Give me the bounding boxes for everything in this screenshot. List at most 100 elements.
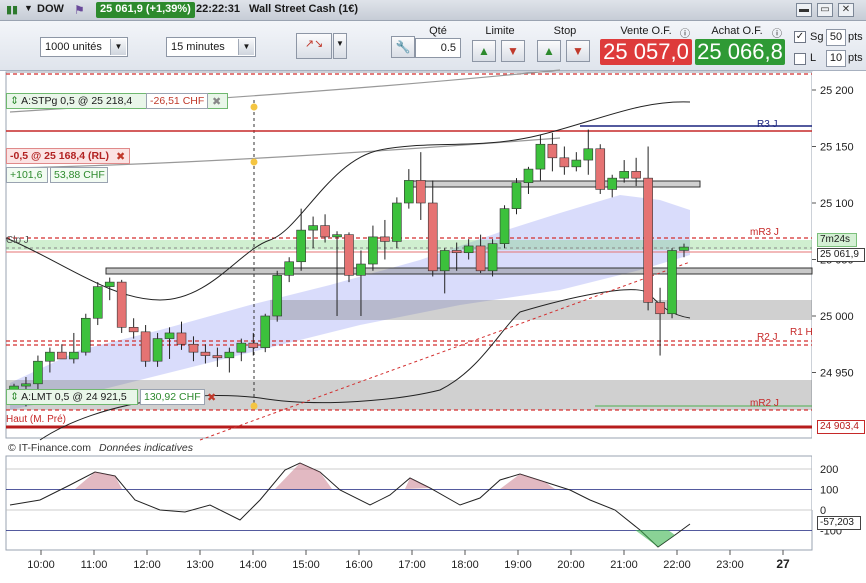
position-points: +101,6 bbox=[6, 167, 48, 183]
candle-body bbox=[499, 208, 510, 244]
candle-body bbox=[523, 168, 534, 183]
limit-order-pnl: 130,92 CHF bbox=[140, 389, 205, 405]
candle-body bbox=[272, 275, 283, 317]
x-tick-label: 18:00 bbox=[451, 559, 479, 571]
candle-body bbox=[511, 182, 522, 209]
resistance-box bbox=[409, 180, 701, 188]
x-tick-label: 10:00 bbox=[27, 559, 55, 571]
oscillator-value-label: -57,203 bbox=[817, 516, 861, 530]
x-tick-label: 21:00 bbox=[610, 559, 638, 571]
level-r2: R2 J bbox=[757, 332, 778, 343]
candle-body bbox=[296, 229, 306, 263]
range-box bbox=[105, 267, 813, 275]
candle-body bbox=[667, 250, 677, 315]
candle-body bbox=[140, 331, 151, 362]
candle-body bbox=[643, 177, 653, 303]
close-position-icon[interactable]: ✖ bbox=[116, 150, 125, 163]
candle-body bbox=[57, 351, 67, 360]
candle-body bbox=[404, 180, 414, 204]
osc-tick-label: 200 bbox=[820, 464, 838, 476]
candle-body bbox=[284, 261, 294, 276]
candle-body bbox=[188, 343, 199, 353]
position-marker bbox=[250, 158, 258, 166]
candle-body bbox=[308, 225, 318, 231]
price-chart[interactable]: 25 20025 15025 10025 05025 00024 95010:0… bbox=[0, 0, 866, 583]
x-tick-label: 14:00 bbox=[239, 559, 267, 571]
candle-body bbox=[236, 342, 247, 353]
y-tick-label: 24 950 bbox=[820, 368, 854, 380]
level-mr2: mR2 J bbox=[750, 398, 779, 409]
y-tick-label: 25 000 bbox=[820, 311, 854, 323]
stop-order-text: A:STPg 0,5 @ 25 218,4 bbox=[21, 95, 133, 107]
candle-body bbox=[547, 143, 558, 159]
limit-order-tag[interactable]: ⇕ A:LMT 0,5 @ 24 921,5 bbox=[6, 389, 138, 405]
candle-body bbox=[45, 351, 55, 362]
candle-body bbox=[607, 177, 618, 190]
level-haut: Haut (M. Pré) bbox=[6, 414, 67, 425]
data-disclaimer: Données indicatives bbox=[99, 442, 193, 454]
candle-body bbox=[248, 342, 259, 348]
x-tick-label: 23:00 bbox=[716, 559, 744, 571]
level-clo: Clo J bbox=[6, 235, 29, 246]
candle-body bbox=[368, 236, 378, 265]
candle-body bbox=[116, 281, 127, 328]
y-tick-label: 25 150 bbox=[820, 142, 854, 154]
candle-body bbox=[451, 250, 462, 254]
candle-body bbox=[595, 148, 606, 190]
drag-handle-icon[interactable]: ⇕ bbox=[10, 95, 19, 107]
candle-body bbox=[128, 326, 139, 333]
candle-body bbox=[80, 317, 91, 353]
candle-body bbox=[21, 383, 31, 387]
position-tag[interactable]: -0,5 @ 25 168,4 (RL) bbox=[6, 148, 130, 164]
candle-body bbox=[164, 332, 175, 339]
x-tick-label: 27 bbox=[776, 557, 790, 571]
candle-body bbox=[380, 236, 390, 242]
candle-body bbox=[92, 286, 103, 319]
limit-marker bbox=[250, 402, 258, 410]
candle-body bbox=[200, 351, 211, 356]
support-zone bbox=[270, 300, 812, 320]
candle-body bbox=[571, 159, 582, 168]
candle-body bbox=[392, 202, 402, 242]
level-mr3: mR3 J bbox=[750, 227, 779, 238]
x-tick-label: 12:00 bbox=[133, 559, 161, 571]
candle-body bbox=[176, 332, 187, 345]
x-tick-label: 20:00 bbox=[557, 559, 585, 571]
price-axis-area bbox=[812, 72, 866, 510]
close-icon[interactable]: ✖ bbox=[212, 95, 221, 108]
candle-body bbox=[475, 245, 486, 272]
stop-order-pnl: -26,51 CHF bbox=[146, 93, 209, 109]
x-tick-label: 11:00 bbox=[81, 559, 108, 571]
candle-body bbox=[69, 351, 79, 360]
candle-body bbox=[33, 360, 43, 385]
candle-body bbox=[104, 281, 115, 287]
candle-body bbox=[487, 243, 498, 272]
candle-body bbox=[583, 148, 594, 161]
level-r3: R3 J bbox=[757, 119, 778, 130]
candle-countdown: 7m24s bbox=[817, 233, 857, 247]
candle-body bbox=[356, 263, 366, 276]
candle-body bbox=[619, 171, 629, 179]
candle-body bbox=[320, 225, 330, 238]
x-tick-label: 17:00 bbox=[398, 559, 426, 571]
x-tick-label: 15:00 bbox=[292, 559, 320, 571]
haut-price-label: 24 903,4 bbox=[817, 420, 865, 434]
x-tick-label: 19:00 bbox=[504, 559, 532, 571]
y-tick-label: 25 200 bbox=[820, 85, 854, 97]
current-price-label: 25 061,9 bbox=[817, 248, 865, 262]
drag-handle-icon[interactable]: ⇕ bbox=[10, 391, 19, 403]
candle-body bbox=[655, 302, 665, 315]
x-tick-label: 13:00 bbox=[186, 559, 214, 571]
position-pnl: 53,88 CHF bbox=[50, 167, 108, 183]
candle-body bbox=[535, 143, 546, 170]
candle-body bbox=[559, 157, 570, 168]
candle-body bbox=[212, 355, 223, 359]
y-tick-label: 25 100 bbox=[820, 198, 854, 210]
candle-body bbox=[427, 202, 438, 272]
candle-body bbox=[152, 338, 163, 362]
osc-tick-label: 100 bbox=[820, 485, 838, 497]
candle-body bbox=[260, 315, 271, 348]
candle-body bbox=[631, 171, 641, 179]
candle-body bbox=[344, 234, 354, 276]
close-icon[interactable]: ✖ bbox=[207, 391, 216, 404]
